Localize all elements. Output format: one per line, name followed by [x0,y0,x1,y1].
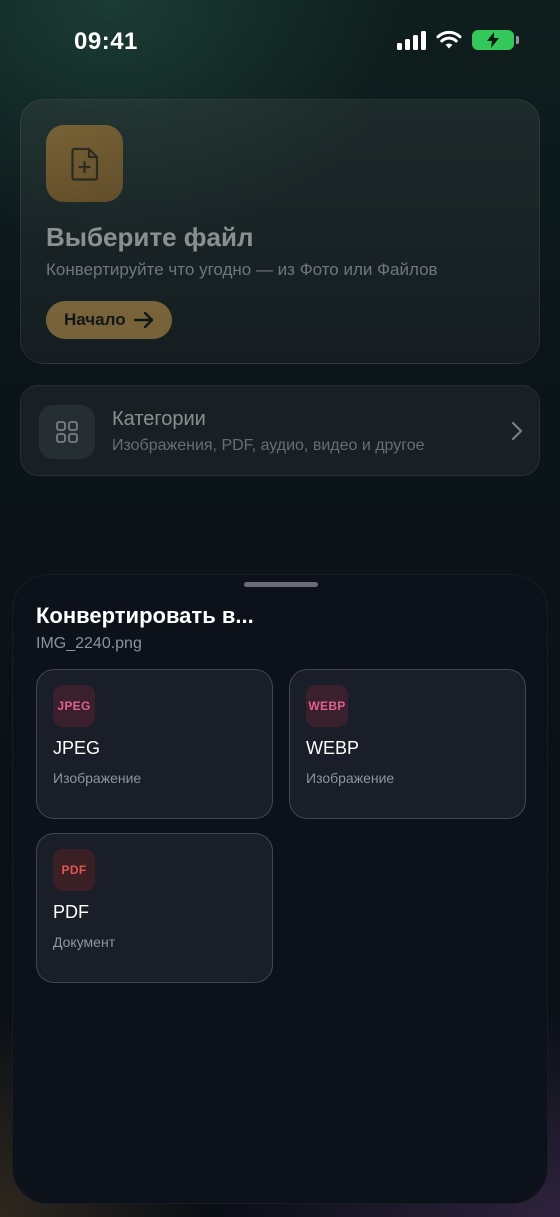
format-kind: Изображение [53,770,142,786]
status-icons [397,30,519,50]
hero-title: Выберите файл [46,222,254,252]
format-kind: Документ [53,934,116,950]
format-kind: Изображение [306,770,395,786]
status-time: 09:41 [74,28,138,55]
battery-charging-icon [472,30,519,50]
status-bar: 09:41 [0,0,560,80]
chevron-right-icon [511,421,523,441]
jpeg-format-icon: JPEG [53,685,95,727]
format-option-jpeg[interactable]: JPEG JPEG Изображение [36,669,273,819]
sheet-title: Конвертировать в... [36,603,254,628]
format-option-webp[interactable]: WEBP WEBP Изображение [289,669,526,819]
start-button[interactable]: Начало [46,301,172,339]
sheet-grabber[interactable] [244,582,318,587]
convert-sheet: Конвертировать в... IMG_2240.png JPEG JP… [12,574,548,1204]
pdf-format-icon: PDF [53,849,95,891]
file-add-icon [46,125,123,202]
choose-file-card[interactable]: Выберите файл Конвертируйте что угодно —… [20,99,540,364]
cellular-signal-icon [397,30,426,50]
categories-subtitle: Изображения, PDF, аудио, видео и другое [112,437,425,454]
format-name: WEBP [306,738,360,758]
format-name: PDF [53,902,89,922]
grid-icon [39,405,95,459]
wifi-icon [436,30,462,49]
format-option-pdf[interactable]: PDF PDF Документ [36,833,273,983]
format-name: JPEG [53,738,101,758]
categories-title: Категории [112,408,206,430]
categories-card[interactable]: Категории Изображения, PDF, аудио, видео… [20,385,540,476]
webp-format-icon: WEBP [306,685,348,727]
start-button-label: Начало [64,310,126,329]
hero-subtitle: Конвертируйте что угодно — из Фото или Ф… [46,260,438,279]
arrow-right-icon [133,312,153,328]
sheet-file-name: IMG_2240.png [36,635,142,652]
